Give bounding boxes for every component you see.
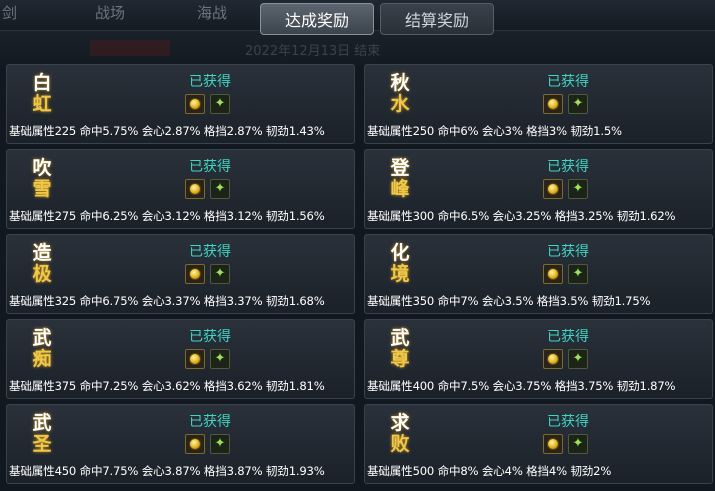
background-badge bbox=[90, 40, 170, 56]
tab-achieve-rewards[interactable]: 达成奖励 bbox=[260, 3, 374, 35]
green-sparkle-icon[interactable]: ✦ bbox=[210, 349, 230, 369]
tier-name: 化境 bbox=[390, 242, 410, 285]
tier-name: 武痴 bbox=[32, 327, 52, 370]
gold-coin-icon[interactable] bbox=[185, 264, 205, 284]
attribute-text: 基础属性275 命中6.25% 会心3.12% 格挡3.12% 韧劲1.56% bbox=[9, 209, 325, 223]
background-tab[interactable]: 战场 bbox=[95, 2, 125, 23]
reward-card: 白虹 已获得 ✦ 基础属性225 命中5.75% 会心2.87% 格挡2.87%… bbox=[6, 64, 355, 144]
tier-name: 秋水 bbox=[390, 72, 410, 115]
green-sparkle-icon[interactable]: ✦ bbox=[210, 179, 230, 199]
background-tab[interactable]: 剑 bbox=[2, 2, 17, 23]
reward-card: 吹雪 已获得 ✦ 基础属性275 命中6.25% 会心3.12% 格挡3.12%… bbox=[6, 149, 355, 229]
reward-card: 武圣 已获得 ✦ 基础属性450 命中7.75% 会心3.87% 格挡3.87%… bbox=[6, 404, 355, 484]
status-obtained: 已获得 bbox=[547, 74, 589, 90]
gold-coin-icon[interactable] bbox=[185, 94, 205, 114]
gold-coin-icon[interactable] bbox=[185, 434, 205, 454]
attribute-text: 基础属性250 命中6% 会心3% 格挡3% 韧劲1.5% bbox=[367, 124, 622, 138]
reward-card: 武痴 已获得 ✦ 基础属性375 命中7.25% 会心3.62% 格挡3.62%… bbox=[6, 319, 355, 399]
status-obtained: 已获得 bbox=[189, 244, 231, 260]
tier-name: 白虹 bbox=[32, 72, 52, 115]
attribute-text: 基础属性500 命中8% 会心4% 格挡4% 韧劲2% bbox=[367, 464, 612, 478]
reward-card: 化境 已获得 ✦ 基础属性350 命中7% 会心3.5% 格挡3.5% 韧劲1.… bbox=[364, 234, 713, 314]
gold-coin-icon[interactable] bbox=[543, 264, 563, 284]
status-obtained: 已获得 bbox=[189, 74, 231, 90]
status-obtained: 已获得 bbox=[547, 244, 589, 260]
tier-name: 登峰 bbox=[390, 157, 410, 200]
status-obtained: 已获得 bbox=[547, 414, 589, 430]
reward-card: 武尊 已获得 ✦ 基础属性400 命中7.5% 会心3.75% 格挡3.75% … bbox=[364, 319, 713, 399]
status-obtained: 已获得 bbox=[547, 329, 589, 345]
green-sparkle-icon[interactable]: ✦ bbox=[210, 94, 230, 114]
status-obtained: 已获得 bbox=[189, 329, 231, 345]
attribute-text: 基础属性300 命中6.5% 会心3.25% 格挡3.25% 韧劲1.62% bbox=[367, 209, 676, 223]
green-sparkle-icon[interactable]: ✦ bbox=[568, 434, 588, 454]
green-sparkle-icon[interactable]: ✦ bbox=[568, 94, 588, 114]
green-sparkle-icon[interactable]: ✦ bbox=[568, 179, 588, 199]
tier-name: 武圣 bbox=[32, 412, 52, 455]
green-sparkle-icon[interactable]: ✦ bbox=[568, 264, 588, 284]
reward-card: 秋水 已获得 ✦ 基础属性250 命中6% 会心3% 格挡3% 韧劲1.5% bbox=[364, 64, 713, 144]
status-obtained: 已获得 bbox=[189, 159, 231, 175]
status-obtained: 已获得 bbox=[189, 414, 231, 430]
background-end-date: 2022年12月13日 结束 bbox=[245, 44, 381, 59]
status-obtained: 已获得 bbox=[547, 159, 589, 175]
gold-coin-icon[interactable] bbox=[185, 349, 205, 369]
gold-coin-icon[interactable] bbox=[543, 349, 563, 369]
attribute-text: 基础属性350 命中7% 会心3.5% 格挡3.5% 韧劲1.75% bbox=[367, 294, 651, 308]
tab-settle-rewards[interactable]: 结算奖励 bbox=[380, 3, 494, 35]
reward-card: 造极 已获得 ✦ 基础属性325 命中6.75% 会心3.37% 格挡3.37%… bbox=[6, 234, 355, 314]
reward-card: 登峰 已获得 ✦ 基础属性300 命中6.5% 会心3.25% 格挡3.25% … bbox=[364, 149, 713, 229]
tier-name: 造极 bbox=[32, 242, 52, 285]
background-tab[interactable]: 海战 bbox=[197, 2, 227, 23]
gold-coin-icon[interactable] bbox=[185, 179, 205, 199]
attribute-text: 基础属性225 命中5.75% 会心2.87% 格挡2.87% 韧劲1.43% bbox=[9, 124, 325, 138]
attribute-text: 基础属性375 命中7.25% 会心3.62% 格挡3.62% 韧劲1.81% bbox=[9, 379, 325, 393]
gold-coin-icon[interactable] bbox=[543, 94, 563, 114]
green-sparkle-icon[interactable]: ✦ bbox=[210, 434, 230, 454]
tier-name: 吹雪 bbox=[32, 157, 52, 200]
green-sparkle-icon[interactable]: ✦ bbox=[210, 264, 230, 284]
tier-name: 求败 bbox=[390, 412, 410, 455]
tier-name: 武尊 bbox=[390, 327, 410, 370]
gold-coin-icon[interactable] bbox=[543, 434, 563, 454]
attribute-text: 基础属性400 命中7.5% 会心3.75% 格挡3.75% 韧劲1.87% bbox=[367, 379, 676, 393]
green-sparkle-icon[interactable]: ✦ bbox=[568, 349, 588, 369]
gold-coin-icon[interactable] bbox=[543, 179, 563, 199]
reward-card: 求败 已获得 ✦ 基础属性500 命中8% 会心4% 格挡4% 韧劲2% bbox=[364, 404, 713, 484]
attribute-text: 基础属性450 命中7.75% 会心3.87% 格挡3.87% 韧劲1.93% bbox=[9, 464, 325, 478]
attribute-text: 基础属性325 命中6.75% 会心3.37% 格挡3.37% 韧劲1.68% bbox=[9, 294, 325, 308]
